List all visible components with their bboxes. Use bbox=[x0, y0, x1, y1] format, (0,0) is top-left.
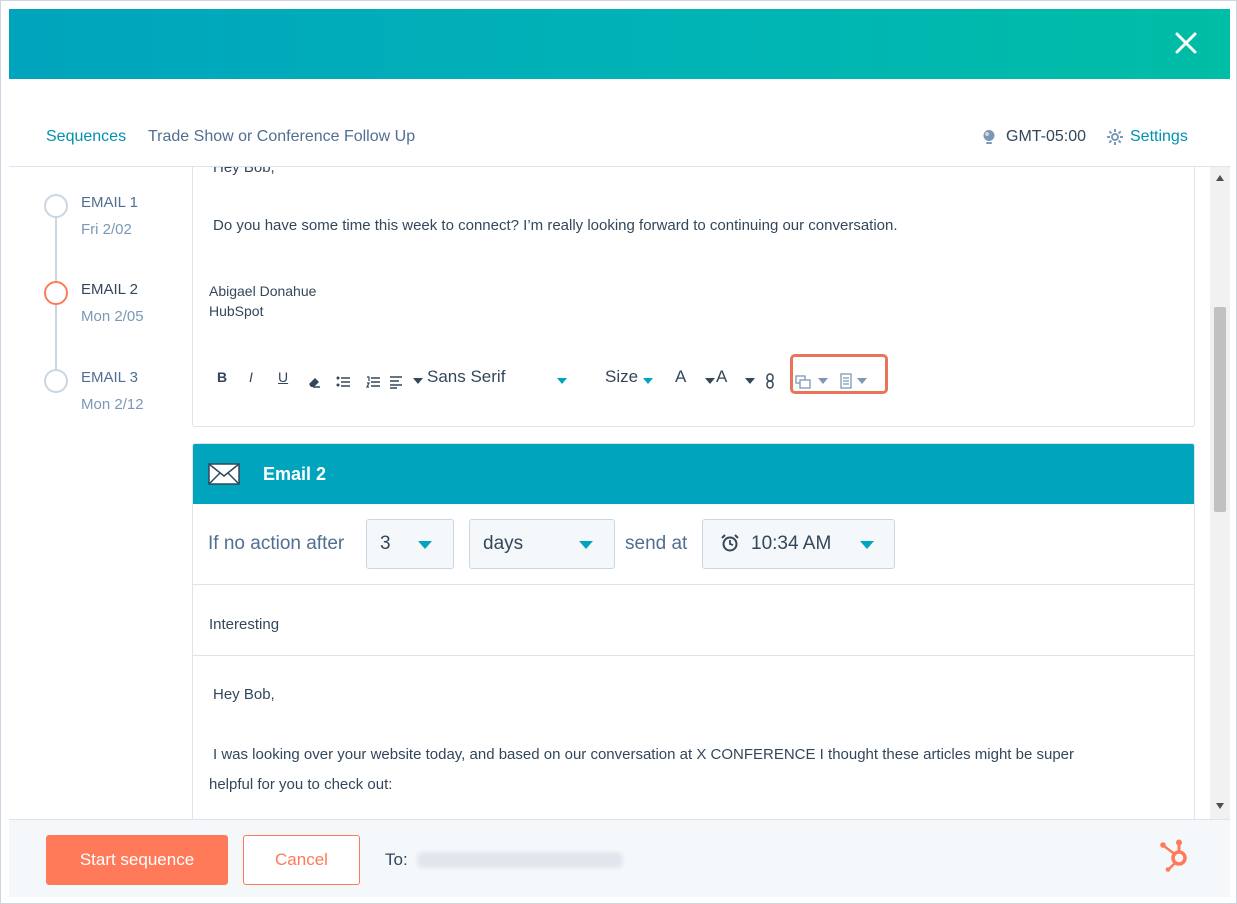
settings-link[interactable]: Settings bbox=[1106, 128, 1188, 146]
scroll-up-icon[interactable] bbox=[1216, 175, 1224, 181]
scroll-thumb[interactable] bbox=[1214, 307, 1226, 512]
scroll-down-icon[interactable] bbox=[1216, 803, 1224, 809]
breadcrumb-current: Trade Show or Conference Follow Up bbox=[148, 128, 416, 145]
clear-format-icon[interactable] bbox=[307, 370, 321, 394]
bullet-list-icon[interactable] bbox=[336, 370, 351, 394]
font-size-caret[interactable] bbox=[643, 369, 653, 393]
step-label: EMAIL 2 bbox=[81, 281, 138, 298]
background-color-button[interactable]: A bbox=[716, 365, 727, 389]
font-family-caret[interactable] bbox=[557, 369, 567, 393]
modal-footer: Start sequence Cancel To: bbox=[9, 819, 1230, 897]
recipient-email-redacted bbox=[417, 852, 623, 868]
signature-company[interactable]: HubSpot bbox=[209, 303, 263, 319]
delay-row: If no action after 3 days send at 10:34 … bbox=[193, 504, 1194, 585]
cancel-button[interactable]: Cancel bbox=[243, 835, 360, 885]
font-family-select[interactable]: Sans Serif bbox=[427, 365, 505, 389]
link-icon[interactable] bbox=[765, 369, 775, 393]
step-label: EMAIL 1 bbox=[81, 194, 138, 211]
step-dot bbox=[44, 194, 68, 218]
delay-value-dropdown[interactable]: 3 bbox=[366, 519, 454, 569]
send-time: 10:34 AM bbox=[751, 533, 832, 554]
breadcrumb-sequences-link[interactable]: Sequences bbox=[46, 128, 126, 146]
to-label: To: bbox=[385, 850, 408, 869]
sequence-modal: Sequences Trade Show or Conference Follo… bbox=[0, 0, 1237, 904]
sub-header: Sequences Trade Show or Conference Follo… bbox=[9, 79, 1230, 167]
step-date: Mon 2/05 bbox=[81, 308, 144, 325]
text-color-caret[interactable] bbox=[705, 369, 715, 393]
close-icon[interactable] bbox=[1168, 25, 1204, 61]
chevron-down-icon bbox=[418, 541, 432, 549]
timezone-selector[interactable]: GMT-05:00 bbox=[982, 128, 1086, 146]
email-greeting[interactable]: Hey Bob, bbox=[213, 167, 275, 176]
email-2-body-line-2[interactable]: helpful for you to check out: bbox=[209, 776, 392, 793]
font-dropdown-caret[interactable] bbox=[413, 369, 423, 393]
email-body[interactable]: Do you have some time this week to conne… bbox=[213, 217, 898, 234]
vertical-scrollbar[interactable] bbox=[1210, 167, 1230, 819]
globe-icon bbox=[983, 130, 995, 144]
delay-unit-dropdown[interactable]: days bbox=[469, 519, 615, 569]
start-sequence-button[interactable]: Start sequence bbox=[46, 835, 228, 885]
align-icon[interactable] bbox=[389, 370, 403, 394]
signature-name[interactable]: Abigael Donahue bbox=[209, 283, 316, 299]
modal-header-bar bbox=[9, 9, 1230, 79]
email-1-editor-card: Hey Bob, Do you have some time this week… bbox=[192, 167, 1195, 427]
send-at-label: send at bbox=[625, 533, 688, 554]
text-color-button[interactable]: A bbox=[675, 365, 686, 389]
timezone-label: GMT-05:00 bbox=[1006, 128, 1087, 145]
envelope-icon bbox=[208, 463, 240, 485]
email-2-greeting[interactable]: Hey Bob, bbox=[213, 686, 275, 703]
font-size-select[interactable]: Size bbox=[605, 365, 638, 389]
subject-text: Interesting bbox=[209, 616, 280, 633]
bold-icon[interactable]: B bbox=[217, 365, 227, 389]
chevron-down-icon bbox=[579, 541, 593, 549]
underline-icon[interactable]: U bbox=[278, 365, 288, 389]
email-2-header: Email 2 bbox=[193, 444, 1194, 504]
alarm-clock-icon bbox=[721, 534, 739, 552]
delay-prefix-label: If no action after bbox=[208, 533, 345, 554]
bg-color-caret[interactable] bbox=[745, 369, 755, 393]
chevron-down-icon bbox=[860, 541, 874, 549]
email-2-card: Email 2 If no action after 3 days send a… bbox=[192, 443, 1195, 819]
gear-icon bbox=[1107, 129, 1123, 145]
step-dot bbox=[44, 369, 68, 393]
hubspot-logo-icon bbox=[1160, 839, 1187, 872]
timeline-step-email-2[interactable]: EMAIL 2 Mon 2/05 bbox=[44, 281, 144, 325]
delay-value: 3 bbox=[380, 533, 391, 554]
settings-label: Settings bbox=[1130, 128, 1188, 145]
step-date: Mon 2/12 bbox=[81, 396, 144, 413]
editor-content: EMAIL 1 Fri 2/02 EMAIL 2 Mon 2/05 EMAIL … bbox=[9, 167, 1230, 819]
subject-row[interactable]: Interesting bbox=[193, 585, 1194, 656]
numbered-list-icon[interactable] bbox=[366, 370, 381, 394]
delay-unit: days bbox=[483, 533, 524, 554]
step-dot-active bbox=[44, 281, 68, 305]
step-label: EMAIL 3 bbox=[81, 369, 138, 386]
timeline-sidebar: EMAIL 1 Fri 2/02 EMAIL 2 Mon 2/05 EMAIL … bbox=[9, 167, 191, 819]
email-2-title: Email 2 bbox=[263, 464, 327, 484]
send-time-dropdown[interactable]: 10:34 AM bbox=[702, 519, 895, 569]
step-date: Fri 2/02 bbox=[81, 221, 132, 238]
email-2-body-line-1[interactable]: I was looking over your website today, a… bbox=[213, 746, 1074, 763]
toolbar-highlight-box bbox=[790, 354, 888, 394]
timeline-step-email-3[interactable]: EMAIL 3 Mon 2/12 bbox=[44, 369, 144, 413]
timeline-step-email-1[interactable]: EMAIL 1 Fri 2/02 bbox=[44, 194, 138, 238]
italic-icon[interactable]: I bbox=[249, 365, 253, 389]
rich-text-toolbar: B I U Sans Serif Size A A bbox=[217, 354, 897, 395]
